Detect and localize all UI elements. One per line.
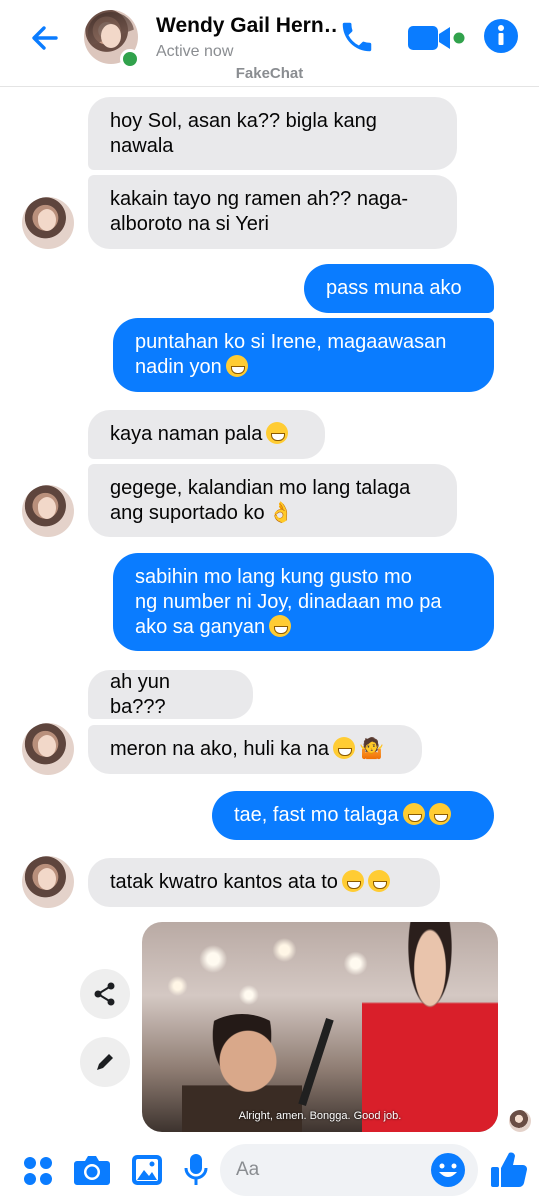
chat-header: Wendy Gail Hern… Active now FakeChat bbox=[0, 0, 539, 87]
camera-icon[interactable] bbox=[73, 1153, 111, 1192]
message-input[interactable]: Aa bbox=[220, 1144, 478, 1196]
emoji-icon[interactable] bbox=[430, 1152, 466, 1193]
grinning-emoji-icon bbox=[341, 870, 364, 892]
grinning-emoji-icon bbox=[269, 614, 292, 637]
contact-name[interactable]: Wendy Gail Hern… bbox=[156, 14, 336, 38]
video-camera-icon[interactable] bbox=[406, 22, 468, 59]
grinning-emoji-icon bbox=[402, 803, 425, 825]
contact-avatar-small[interactable] bbox=[22, 485, 74, 537]
ok-hand-emoji-icon: 👌 bbox=[268, 501, 294, 524]
edit-icon bbox=[97, 1054, 113, 1070]
microphone-icon[interactable] bbox=[184, 1152, 208, 1193]
share-button[interactable] bbox=[80, 969, 130, 1019]
gallery-icon[interactable] bbox=[130, 1153, 164, 1192]
message-incoming[interactable]: meron na ako, huli ka na 🤷 bbox=[88, 725, 422, 774]
grinning-emoji-icon bbox=[266, 422, 289, 444]
photo-message[interactable]: Alright, amen. Bongga. Good job. bbox=[142, 922, 498, 1132]
read-receipt-avatar bbox=[509, 1110, 531, 1132]
message-outgoing[interactable]: puntahan ko si Irene, magaawasan nadin y… bbox=[113, 318, 494, 392]
message-incoming[interactable]: hoy Sol, asan ka?? bigla kang nawala bbox=[88, 97, 457, 170]
apps-icon[interactable] bbox=[22, 1155, 54, 1192]
grinning-emoji-icon bbox=[367, 870, 390, 892]
share-icon bbox=[94, 982, 115, 1006]
app-watermark: FakeChat bbox=[235, 65, 304, 82]
message-outgoing[interactable]: tae, fast mo talaga bbox=[212, 791, 494, 840]
message-outgoing[interactable]: pass muna ako bbox=[304, 264, 494, 313]
message-incoming[interactable]: ah yun ba??? bbox=[88, 670, 253, 719]
active-status: Active now bbox=[156, 43, 234, 60]
message-incoming[interactable]: gegege, kalandian mo lang talaga ang sup… bbox=[88, 464, 457, 537]
photo-subtitle: Alright, amen. Bongga. Good job. bbox=[238, 1110, 402, 1122]
back-arrow-icon[interactable] bbox=[26, 18, 66, 58]
message-incoming[interactable]: tatak kwatro kantos ata to bbox=[88, 858, 440, 907]
message-input-placeholder: Aa bbox=[236, 1159, 260, 1180]
message-incoming[interactable]: kaya naman pala bbox=[88, 410, 325, 459]
laughing-emoji-icon bbox=[333, 737, 356, 759]
grinning-emoji-icon bbox=[428, 803, 451, 825]
contact-avatar-small[interactable] bbox=[22, 197, 74, 249]
edit-button[interactable] bbox=[80, 1037, 130, 1087]
phone-icon[interactable] bbox=[338, 18, 376, 61]
grinning-emoji-icon bbox=[225, 355, 248, 377]
info-icon[interactable] bbox=[483, 18, 519, 59]
person-shrugging-emoji-icon: 🤷 bbox=[359, 738, 384, 760]
message-incoming[interactable]: kakain tayo ng ramen ah?? naga- alboroto… bbox=[88, 175, 457, 249]
contact-avatar-small[interactable] bbox=[22, 723, 74, 775]
contact-avatar-small[interactable] bbox=[22, 856, 74, 908]
thumbs-up-icon[interactable] bbox=[489, 1150, 529, 1195]
message-outgoing[interactable]: sabihin mo lang kung gusto mo ng number … bbox=[113, 553, 494, 651]
